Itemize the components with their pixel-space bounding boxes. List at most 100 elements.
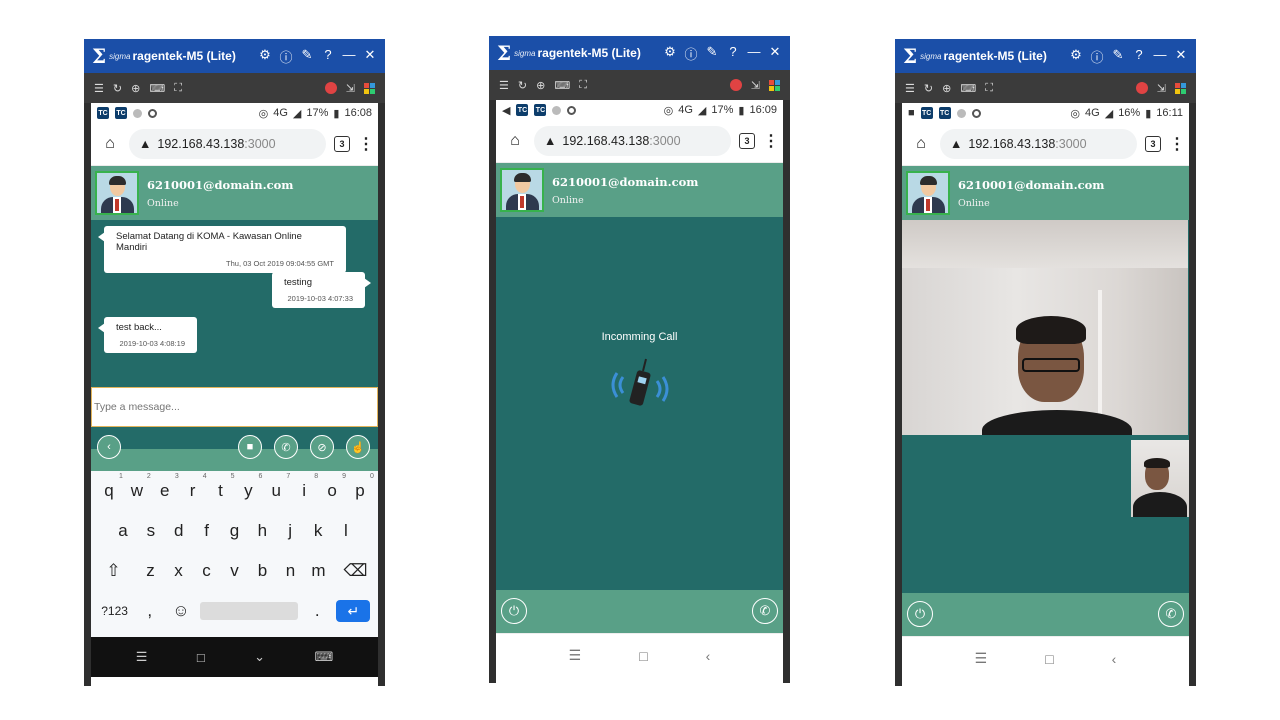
- answer-call-button[interactable]: ✆: [752, 598, 778, 624]
- hide-keyboard-icon[interactable]: ⌄: [254, 649, 265, 665]
- key-y[interactable]: y6: [236, 473, 262, 501]
- tab-switcher-button[interactable]: 3: [739, 133, 755, 149]
- local-video-preview[interactable]: [1131, 440, 1189, 517]
- list-icon[interactable]: ☰: [94, 82, 104, 95]
- back-button[interactable]: ‹: [97, 435, 121, 459]
- key-h[interactable]: h: [250, 521, 274, 541]
- key-n[interactable]: n: [279, 561, 303, 581]
- home-nav-icon[interactable]: □: [1045, 651, 1053, 667]
- recents-icon[interactable]: ☰: [569, 647, 582, 664]
- address-field[interactable]: ▲ 192.168.43.138:3000: [129, 129, 326, 159]
- key-e[interactable]: e3: [153, 473, 179, 501]
- end-call-button[interactable]: ⏻: [501, 598, 527, 624]
- browser-menu-icon[interactable]: ⋮: [763, 131, 779, 151]
- key-f[interactable]: f: [195, 521, 219, 541]
- gear-icon[interactable]: ⚙: [663, 44, 677, 63]
- keyboard-icon[interactable]: ⌨: [315, 649, 334, 665]
- key-s[interactable]: s: [139, 521, 163, 541]
- keymap-icon[interactable]: ⌨: [554, 79, 570, 92]
- tab-switcher-button[interactable]: 3: [1145, 136, 1161, 152]
- help-icon[interactable]: ?: [1132, 47, 1146, 66]
- end-call-button[interactable]: ⏻: [907, 601, 933, 627]
- key-t[interactable]: t5: [209, 473, 234, 501]
- address-field[interactable]: ▲ 192.168.43.138:3000: [940, 129, 1137, 159]
- pin-icon[interactable]: ✎: [300, 47, 314, 66]
- browser-menu-icon[interactable]: ⋮: [1169, 134, 1185, 154]
- like-button[interactable]: ☝: [346, 435, 370, 459]
- minimize-icon[interactable]: —: [747, 44, 761, 63]
- back-nav-icon[interactable]: ‹: [706, 648, 711, 664]
- close-icon[interactable]: ✕: [363, 47, 377, 66]
- record-off-icon[interactable]: [729, 79, 742, 91]
- key-c[interactable]: c: [195, 561, 219, 581]
- help-icon[interactable]: ?: [726, 44, 740, 63]
- rotate-icon[interactable]: ↻: [924, 82, 933, 95]
- gear-icon[interactable]: ⚙: [1069, 47, 1083, 66]
- info-icon[interactable]: ⓘ: [684, 44, 698, 63]
- close-icon[interactable]: ✕: [768, 44, 782, 63]
- recents-icon[interactable]: ☰: [975, 650, 988, 667]
- apps-grid-icon[interactable]: [1175, 82, 1186, 94]
- address-field[interactable]: ▲ 192.168.43.138:3000: [534, 126, 731, 156]
- key-i[interactable]: i8: [292, 473, 318, 501]
- key-z[interactable]: z: [139, 561, 163, 581]
- back-nav-icon[interactable]: ‹: [1112, 651, 1117, 667]
- apps-grid-icon[interactable]: [364, 82, 375, 94]
- key-d[interactable]: d: [167, 521, 191, 541]
- key-w[interactable]: w2: [125, 473, 151, 501]
- key-b[interactable]: b: [251, 561, 275, 581]
- home-nav-icon[interactable]: □: [197, 650, 205, 665]
- key-v[interactable]: v: [223, 561, 247, 581]
- list-icon[interactable]: ☰: [905, 82, 915, 95]
- key-x[interactable]: x: [167, 561, 191, 581]
- export-icon[interactable]: ⇲: [1157, 82, 1166, 95]
- enter-key[interactable]: ↵: [336, 600, 371, 622]
- gear-icon[interactable]: ⚙: [258, 47, 272, 66]
- help-icon[interactable]: ?: [321, 47, 335, 66]
- key-r[interactable]: r4: [181, 473, 207, 501]
- info-icon[interactable]: ⓘ: [279, 47, 293, 66]
- key-u[interactable]: u7: [264, 473, 291, 501]
- pin-icon[interactable]: ✎: [705, 44, 719, 63]
- key-j[interactable]: j: [278, 521, 302, 541]
- fullscreen-icon[interactable]: ⛶: [579, 79, 587, 92]
- video-call-button[interactable]: ■: [238, 435, 262, 459]
- rotate-icon[interactable]: ↻: [518, 79, 527, 92]
- key-l[interactable]: l: [334, 521, 358, 541]
- zoom-icon[interactable]: ⊕: [131, 82, 140, 95]
- key-a[interactable]: a: [111, 521, 135, 541]
- export-icon[interactable]: ⇲: [346, 82, 355, 95]
- close-icon[interactable]: ✕: [1174, 47, 1188, 66]
- key-g[interactable]: g: [222, 521, 246, 541]
- symbols-key[interactable]: ?123: [99, 604, 131, 618]
- home-icon[interactable]: ⌂: [910, 135, 932, 153]
- home-nav-icon[interactable]: □: [639, 648, 647, 664]
- recents-icon[interactable]: ☰: [136, 649, 148, 665]
- attach-button[interactable]: ⊘: [310, 435, 334, 459]
- home-icon[interactable]: ⌂: [99, 135, 121, 153]
- export-icon[interactable]: ⇲: [751, 79, 760, 92]
- backspace-key[interactable]: ⌫: [344, 561, 368, 581]
- key-k[interactable]: k: [306, 521, 330, 541]
- minimize-icon[interactable]: —: [342, 47, 356, 66]
- period-key[interactable]: .: [305, 601, 329, 621]
- keymap-icon[interactable]: ⌨: [149, 82, 165, 95]
- apps-grid-icon[interactable]: [769, 79, 780, 91]
- fullscreen-icon[interactable]: ⛶: [985, 82, 993, 95]
- emoji-key[interactable]: ☺: [169, 601, 193, 621]
- pin-icon[interactable]: ✎: [1111, 47, 1125, 66]
- rotate-icon[interactable]: ↻: [113, 82, 122, 95]
- space-key[interactable]: [200, 602, 299, 620]
- tab-switcher-button[interactable]: 3: [334, 136, 350, 152]
- home-icon[interactable]: ⌂: [504, 132, 526, 150]
- zoom-icon[interactable]: ⊕: [942, 82, 951, 95]
- minimize-icon[interactable]: —: [1153, 47, 1167, 66]
- browser-menu-icon[interactable]: ⋮: [358, 134, 374, 154]
- key-o[interactable]: o9: [320, 473, 346, 501]
- voice-call-button[interactable]: ✆: [274, 435, 298, 459]
- record-off-icon[interactable]: [1135, 82, 1148, 94]
- answer-call-button[interactable]: ✆: [1158, 601, 1184, 627]
- keymap-icon[interactable]: ⌨: [960, 82, 976, 95]
- key-q[interactable]: q1: [97, 473, 123, 501]
- fullscreen-icon[interactable]: ⛶: [174, 82, 182, 95]
